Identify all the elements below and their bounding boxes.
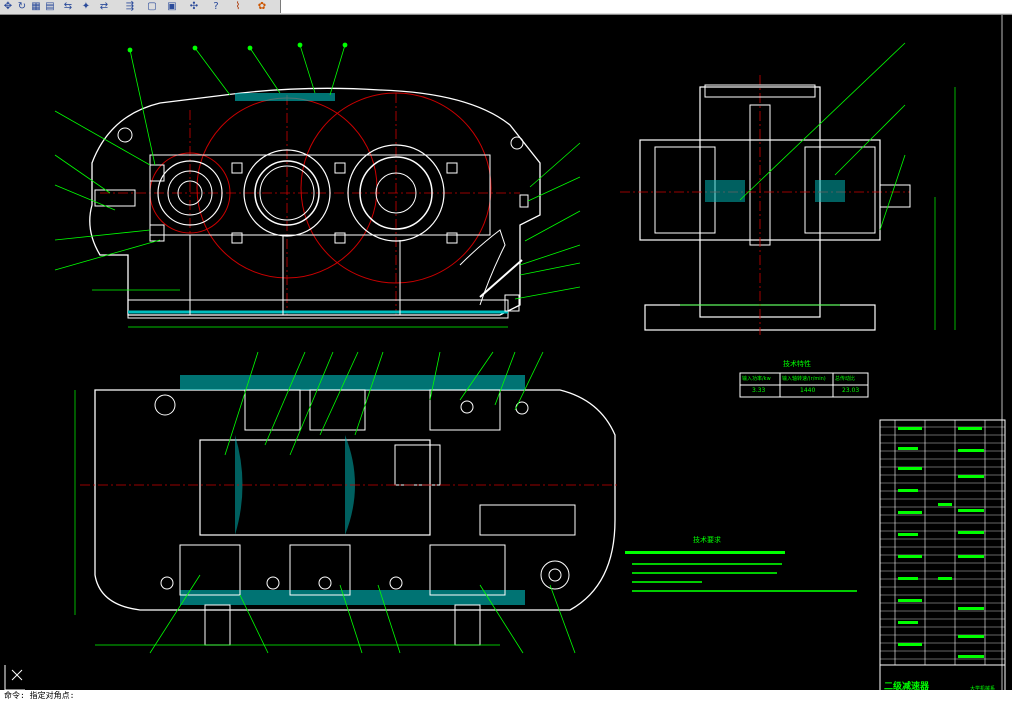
toolbar-dropdown-area[interactable] — [280, 0, 1012, 13]
req-line-4 — [632, 590, 857, 592]
toolbar: ✥ ↻ ▦ ▤ ⇆ ✦ ⇄ ⇶ ▢ ▣ ✣ ? ⌇ ✿ — [0, 0, 1012, 15]
tech-table-header-2: 输入轴转速/(r/min) — [782, 376, 826, 382]
tech-table-header-1: 输入功率/kw — [742, 376, 771, 382]
command-line-text: 命令: 指定对角点: — [4, 691, 75, 700]
drawing-canvas[interactable]: 技术特性 输入功率/kw 输入轴转速/(r/min) 总传动比 3.33 144… — [0, 15, 1012, 701]
tech-table-header-3: 总传动比 — [835, 376, 856, 382]
rectangle-icon[interactable]: ⇄ — [98, 1, 110, 13]
table-icon[interactable]: ▦ — [30, 1, 42, 13]
match-properties-icon[interactable]: ▤ — [44, 1, 56, 13]
lightning-icon[interactable]: ⌇ — [232, 1, 244, 13]
side-hatch-right — [815, 180, 845, 202]
help-icon[interactable]: ✣ — [188, 1, 200, 13]
move-icon[interactable]: ✥ — [2, 1, 14, 13]
tech-requirements-title: 技术要求 — [693, 536, 721, 544]
req-line-1 — [632, 563, 782, 565]
zoom-icon[interactable]: ▣ — [166, 1, 178, 13]
explode-icon[interactable]: ✦ — [80, 1, 92, 13]
tech-table-value-1: 3.33 — [752, 387, 766, 394]
render-icon[interactable]: ? — [210, 1, 222, 13]
break-icon[interactable]: ⇆ — [62, 1, 74, 13]
tech-table-value-2: 1440 — [800, 387, 816, 394]
side-hatch-left — [705, 180, 745, 202]
vent-cover — [235, 93, 335, 101]
tech-table-title: 技术特性 — [783, 360, 811, 368]
section-bottom-flange — [180, 590, 525, 605]
paint-icon[interactable]: ✿ — [256, 1, 268, 13]
req-underline — [625, 551, 785, 554]
section-top-flange — [180, 375, 525, 390]
cad-drawing — [0, 15, 1012, 701]
rotate-icon[interactable]: ↻ — [16, 1, 28, 13]
region-icon[interactable]: ⇶ — [124, 1, 136, 13]
req-line-2 — [632, 572, 777, 574]
tech-table-value-3: 23.03 — [842, 387, 860, 394]
pan-icon[interactable]: ▢ — [146, 1, 158, 13]
command-line[interactable]: 命令: 指定对角点: — [0, 690, 1012, 701]
req-line-3 — [632, 581, 702, 583]
